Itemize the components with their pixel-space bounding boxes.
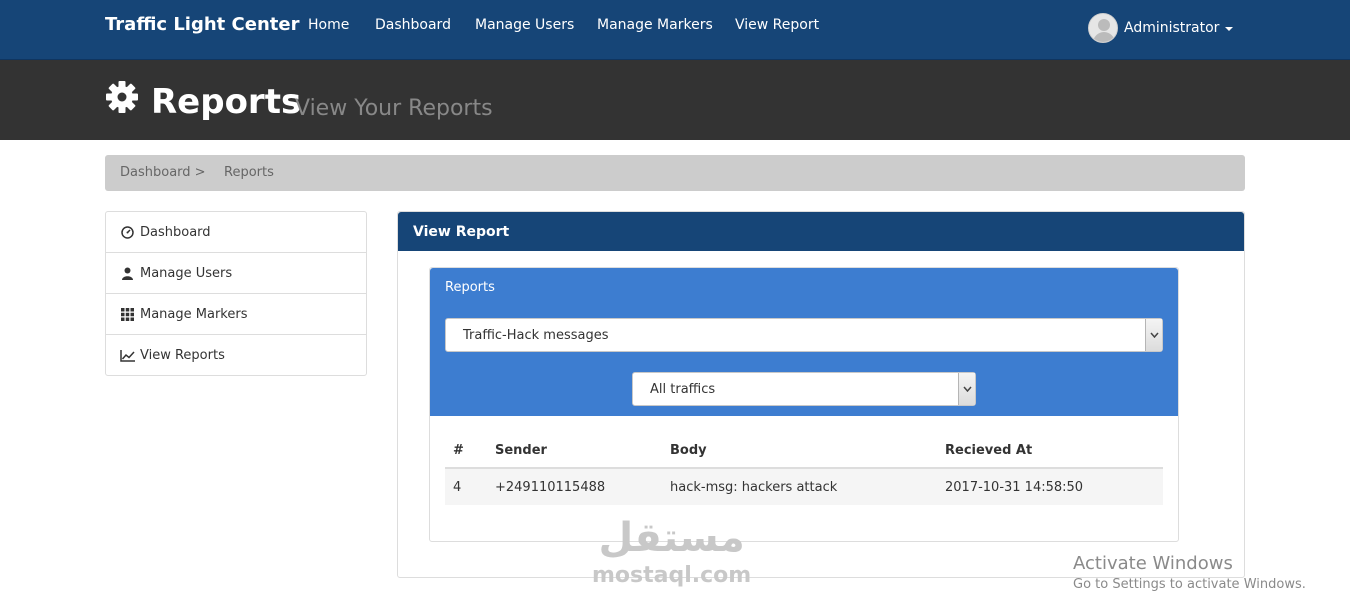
column-header-body: Body xyxy=(662,433,937,469)
page-title: Reports xyxy=(151,82,302,122)
windows-activation-notice: Activate Windows Go to Settings to activ… xyxy=(1073,553,1306,592)
nav-view-report[interactable]: View Report xyxy=(735,17,819,33)
report-type-select[interactable]: Traffic-Hack messages xyxy=(445,318,1163,352)
line-chart-icon xyxy=(120,349,135,363)
column-header-sender: Sender xyxy=(487,433,662,469)
view-report-panel: View Report Reports Traffic-Hack message… xyxy=(397,211,1245,578)
sidebar-item-view-reports[interactable]: View Reports xyxy=(106,335,366,376)
sidebar-item-label: Manage Users xyxy=(140,265,233,281)
page-subtitle: View Your Reports xyxy=(295,96,493,121)
report-type-value: Traffic-Hack messages xyxy=(463,327,609,343)
traffic-filter-select[interactable]: All traffics xyxy=(632,372,976,406)
grid-icon xyxy=(120,307,135,321)
sidebar-item-manage-markers[interactable]: Manage Markers xyxy=(106,294,366,335)
breadcrumb: Dashboard > Reports xyxy=(105,155,1245,191)
nav-home[interactable]: Home xyxy=(308,17,349,33)
activation-subtitle: Go to Settings to activate Windows. xyxy=(1073,577,1306,592)
sidebar-item-label: Manage Markers xyxy=(140,306,248,322)
cell-received-at: 2017-10-31 14:58:50 xyxy=(937,468,1163,505)
sidebar-item-label: Dashboard xyxy=(140,224,211,240)
brand-link[interactable]: Traffic Light Center xyxy=(105,14,299,35)
column-header-number: # xyxy=(445,433,487,469)
cell-number: 4 xyxy=(445,468,487,505)
caret-down-icon xyxy=(1225,27,1234,31)
reports-table: # Sender Body Recieved At 4 +24911011548… xyxy=(445,433,1163,505)
dashboard-icon xyxy=(120,225,135,239)
page-header: Reports View Your Reports xyxy=(0,60,1350,140)
watermark-arabic: مستقل xyxy=(598,515,745,561)
reports-filter-area: Reports Traffic-Hack messages All traffi… xyxy=(430,268,1178,416)
gear-icon xyxy=(106,81,138,113)
nav-manage-markers[interactable]: Manage Markers xyxy=(597,17,713,33)
avatar xyxy=(1088,13,1118,43)
mostaql-watermark: مستقل mostaql.com xyxy=(592,515,751,588)
table-row: 4 +249110115488 hack-msg: hackers attack… xyxy=(445,468,1163,505)
sidebar-item-manage-users[interactable]: Manage Users xyxy=(106,253,366,294)
nav-dashboard[interactable]: Dashboard xyxy=(375,17,451,33)
cell-body: hack-msg: hackers attack xyxy=(662,468,937,505)
sidebar-item-dashboard[interactable]: Dashboard xyxy=(106,212,366,253)
activation-title: Activate Windows xyxy=(1073,553,1233,574)
cell-sender: +249110115488 xyxy=(487,468,662,505)
reports-panel: Reports Traffic-Hack messages All traffi… xyxy=(429,267,1179,542)
watermark-latin: mostaql.com xyxy=(592,563,752,588)
panel-heading: View Report xyxy=(398,212,1244,251)
top-navbar: Traffic Light Center Home Dashboard Mana… xyxy=(0,0,1350,60)
breadcrumb-dashboard[interactable]: Dashboard > xyxy=(120,165,206,180)
sidebar: Dashboard Manage Users Manage Markers Vi… xyxy=(105,211,367,376)
sidebar-item-label: View Reports xyxy=(140,348,225,363)
chevron-down-icon xyxy=(1145,319,1162,351)
traffic-filter-value: All traffics xyxy=(650,381,716,397)
column-header-received-at: Recieved At xyxy=(937,433,1163,469)
user-name: Administrator xyxy=(1124,20,1220,36)
user-icon xyxy=(120,266,135,280)
table-header-row: # Sender Body Recieved At xyxy=(445,433,1163,469)
chevron-down-icon xyxy=(958,373,975,405)
reports-label: Reports xyxy=(445,280,495,295)
nav-manage-users[interactable]: Manage Users xyxy=(475,17,574,33)
user-menu[interactable]: Administrator xyxy=(1088,12,1234,44)
breadcrumb-reports: Reports xyxy=(224,165,274,180)
